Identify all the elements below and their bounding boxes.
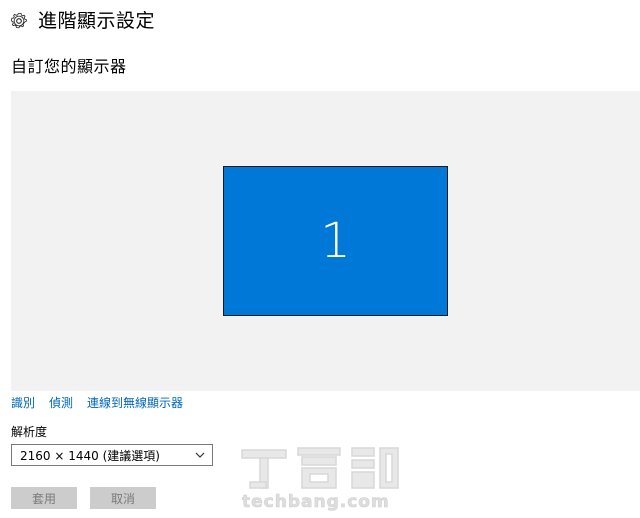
- apply-button[interactable]: 套用: [11, 487, 77, 509]
- gear-icon: [11, 13, 27, 29]
- display-arrangement-canvas: 1: [11, 91, 640, 391]
- monitor-number: 1: [320, 213, 351, 269]
- resolution-selected-value: 2160 × 1440 (建議選項): [20, 448, 160, 463]
- watermark-text: techbang.com: [242, 492, 390, 513]
- resolution-label: 解析度: [11, 425, 48, 439]
- section-title: 自訂您的顯示器: [11, 57, 127, 76]
- connect-wireless-display-link[interactable]: 連線到無線顯示器: [87, 395, 183, 411]
- chevron-down-icon: [195, 452, 205, 458]
- display-links: 識別 偵測 連線到無線顯示器: [11, 395, 183, 411]
- techbang-watermark: techbang.com: [236, 444, 404, 514]
- cancel-button[interactable]: 取消: [90, 487, 156, 509]
- identify-link[interactable]: 識別: [11, 395, 35, 411]
- monitor-tile-1[interactable]: 1: [223, 166, 448, 316]
- watermark-logo: [241, 447, 399, 489]
- detect-link[interactable]: 偵測: [49, 395, 73, 411]
- resolution-dropdown[interactable]: 2160 × 1440 (建議選項): [11, 444, 213, 466]
- page-title: 進階顯示設定: [38, 10, 156, 32]
- page-header: 進階顯示設定: [10, 8, 155, 34]
